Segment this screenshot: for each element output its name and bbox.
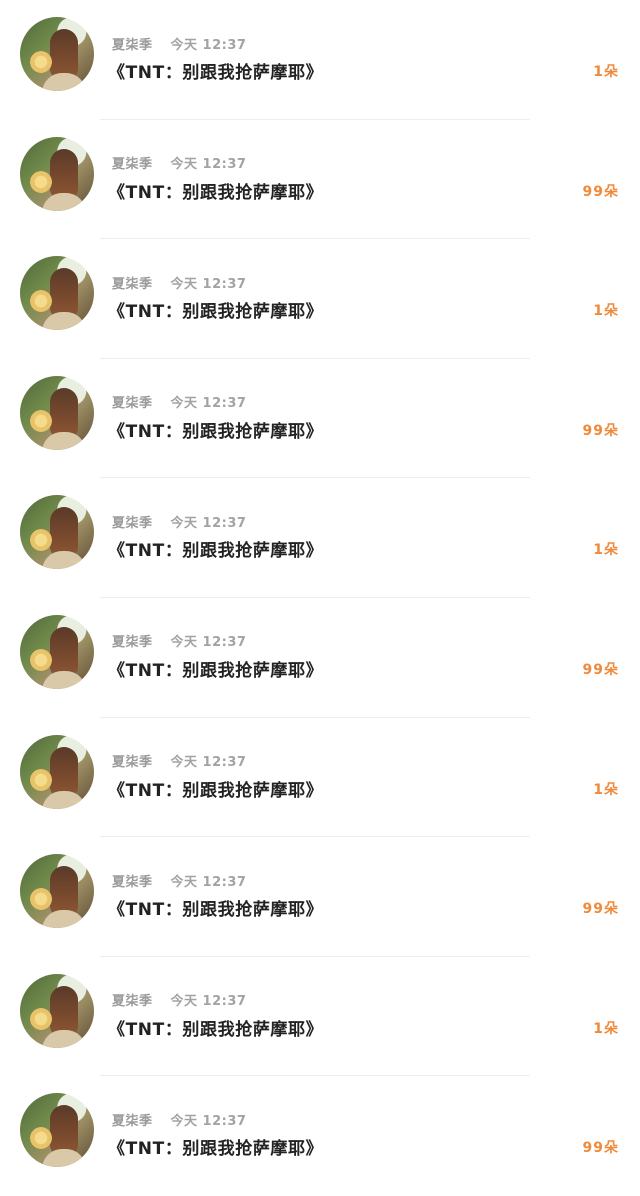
gift-record-list: 夏柒季 今天 12:37 《TNT：别跟我抢萨摩耶》 1朵 夏柒季 今天 12:… xyxy=(0,0,640,1196)
item-meta: 夏柒季 今天 12:37 xyxy=(112,512,247,531)
flower-count: 1朵 xyxy=(593,1020,619,1037)
timestamp: 今天 12:37 xyxy=(170,157,247,173)
item-meta: 夏柒季 今天 12:37 xyxy=(112,752,246,770)
flower-count: 1朵 xyxy=(593,64,619,80)
flower-count: 1朵 xyxy=(593,542,619,559)
avatar[interactable] xyxy=(20,973,94,1048)
work-title[interactable]: 《TNT：别跟我抢萨摩耶》 xyxy=(108,776,323,801)
avatar[interactable] xyxy=(20,1093,94,1168)
item-meta: 夏柒季 今天 12:37 xyxy=(112,991,246,1009)
list-item[interactable]: 夏柒季 今天 12:37 《TNT：别跟我抢萨摩耶》 99朵 xyxy=(0,1076,640,1196)
author-name[interactable]: 夏柒季 xyxy=(112,751,153,770)
list-item[interactable]: 夏柒季 今天 12:37 《TNT：别跟我抢萨摩耶》 1朵 xyxy=(0,718,640,838)
work-title[interactable]: 《TNT：别跟我抢萨摩耶》 xyxy=(108,656,323,681)
flower-count: 1朵 xyxy=(593,781,619,798)
author-name[interactable]: 夏柒季 xyxy=(112,1110,153,1129)
work-title[interactable]: 《TNT：别跟我抢萨摩耶》 xyxy=(108,1134,323,1159)
work-title[interactable]: 《TNT：别跟我抢萨摩耶》 xyxy=(108,178,323,203)
timestamp: 今天 12:37 xyxy=(170,37,247,53)
timestamp: 今天 12:37 xyxy=(170,755,247,771)
list-item[interactable]: 夏柒季 今天 12:37 《TNT：别跟我抢萨摩耶》 1朵 xyxy=(0,478,640,598)
timestamp: 今天 12:37 xyxy=(170,276,247,292)
avatar[interactable] xyxy=(20,854,94,929)
avatar[interactable] xyxy=(20,614,94,689)
item-meta: 夏柒季 今天 12:37 xyxy=(112,1110,247,1129)
work-title[interactable]: 《TNT：别跟我抢萨摩耶》 xyxy=(108,536,323,561)
list-item[interactable]: 夏柒季 今天 12:37 《TNT：别跟我抢萨摩耶》 1朵 xyxy=(0,0,640,120)
author-name[interactable]: 夏柒季 xyxy=(112,34,153,53)
item-meta: 夏柒季 今天 12:37 xyxy=(112,273,247,292)
avatar[interactable] xyxy=(20,375,94,450)
timestamp: 今天 12:37 xyxy=(170,396,247,412)
author-name[interactable]: 夏柒季 xyxy=(112,392,153,411)
avatar[interactable] xyxy=(20,495,94,570)
flower-count: 99朵 xyxy=(582,661,619,678)
flower-count: 99朵 xyxy=(582,1140,619,1157)
flower-count: 1朵 xyxy=(593,303,619,320)
avatar[interactable] xyxy=(20,17,94,91)
work-title[interactable]: 《TNT：别跟我抢萨摩耶》 xyxy=(108,1015,323,1040)
flower-count: 99朵 xyxy=(582,901,619,918)
work-title[interactable]: 《TNT：别跟我抢萨摩耶》 xyxy=(108,895,323,920)
timestamp: 今天 12:37 xyxy=(170,635,247,651)
list-item[interactable]: 夏柒季 今天 12:37 《TNT：别跟我抢萨摩耶》 1朵 xyxy=(0,957,640,1077)
list-item[interactable]: 夏柒季 今天 12:37 《TNT：别跟我抢萨摩耶》 99朵 xyxy=(0,598,640,718)
avatar[interactable] xyxy=(20,734,94,809)
author-name[interactable]: 夏柒季 xyxy=(112,871,153,890)
timestamp: 今天 12:37 xyxy=(170,994,247,1010)
author-name[interactable]: 夏柒季 xyxy=(112,990,153,1009)
timestamp: 今天 12:37 xyxy=(170,515,247,531)
item-meta: 夏柒季 今天 12:37 xyxy=(112,34,247,53)
avatar[interactable] xyxy=(20,256,94,331)
avatar[interactable] xyxy=(20,136,94,211)
author-name[interactable]: 夏柒季 xyxy=(112,631,153,650)
item-meta: 夏柒季 今天 12:37 xyxy=(112,871,247,890)
list-item[interactable]: 夏柒季 今天 12:37 《TNT：别跟我抢萨摩耶》 1朵 xyxy=(0,239,640,359)
item-meta: 夏柒季 今天 12:37 xyxy=(112,393,246,411)
list-item[interactable]: 夏柒季 今天 12:37 《TNT：别跟我抢萨摩耶》 99朵 xyxy=(0,837,640,957)
author-name[interactable]: 夏柒季 xyxy=(112,153,153,172)
work-title[interactable]: 《TNT：别跟我抢萨摩耶》 xyxy=(108,58,323,83)
author-name[interactable]: 夏柒季 xyxy=(112,512,153,531)
flower-count: 99朵 xyxy=(582,422,619,439)
work-title[interactable]: 《TNT：别跟我抢萨摩耶》 xyxy=(108,417,323,442)
list-item[interactable]: 夏柒季 今天 12:37 《TNT：别跟我抢萨摩耶》 99朵 xyxy=(0,120,640,240)
item-meta: 夏柒季 今天 12:37 xyxy=(112,632,246,650)
timestamp: 今天 12:37 xyxy=(170,1113,247,1129)
timestamp: 今天 12:37 xyxy=(170,874,247,890)
flower-count: 99朵 xyxy=(582,183,619,200)
author-name[interactable]: 夏柒季 xyxy=(112,273,153,292)
work-title[interactable]: 《TNT：别跟我抢萨摩耶》 xyxy=(108,297,323,322)
list-item[interactable]: 夏柒季 今天 12:37 《TNT：别跟我抢萨摩耶》 99朵 xyxy=(0,359,640,479)
item-meta: 夏柒季 今天 12:37 xyxy=(112,154,246,172)
